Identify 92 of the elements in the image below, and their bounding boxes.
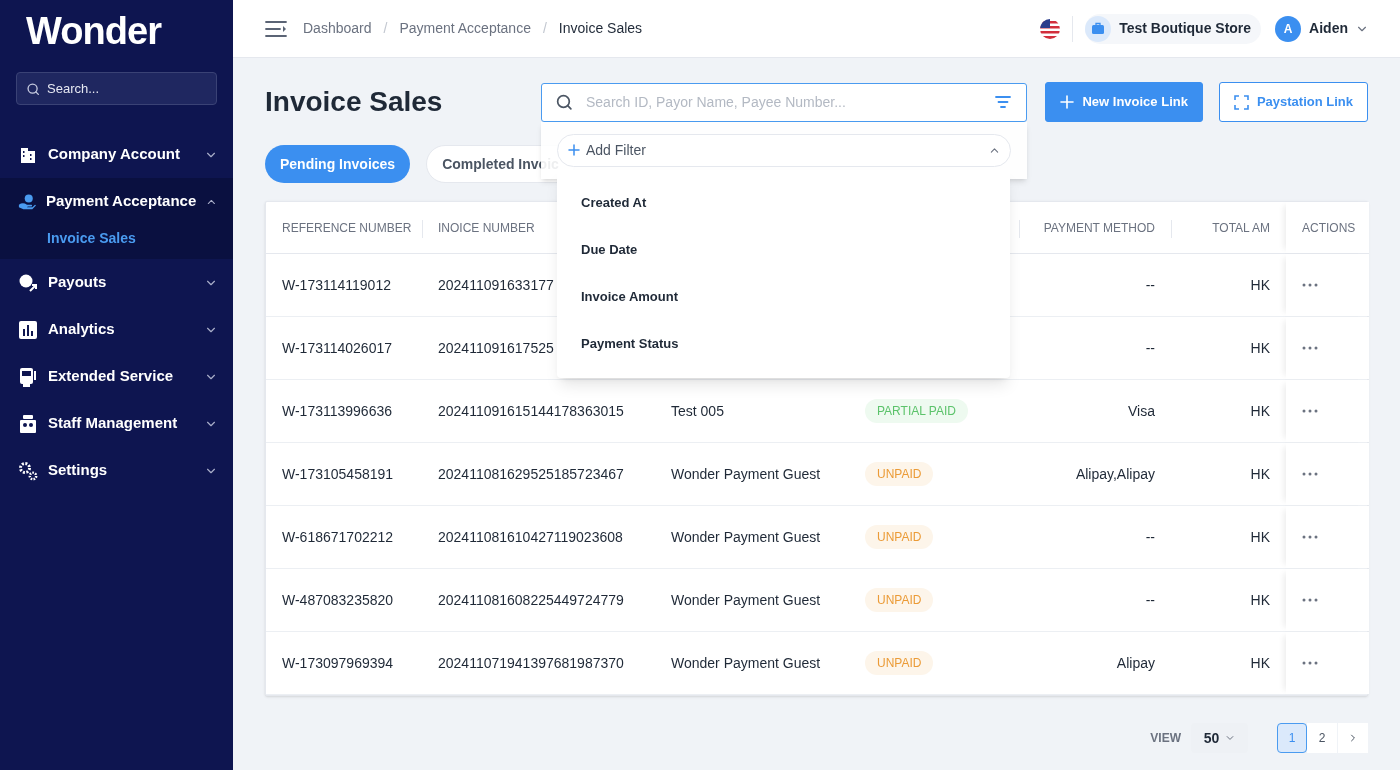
staff-icon	[18, 413, 38, 434]
table-cell-text: Wonder Payment Guest	[671, 653, 821, 673]
nav-item[interactable]: Analytics	[0, 306, 233, 353]
nav-item[interactable]: Staff Management	[0, 400, 233, 447]
table-cell-text: HK	[1250, 653, 1270, 673]
menu-item[interactable]: Due Date	[557, 226, 1010, 274]
menu-toggle-icon[interactable]	[265, 19, 287, 38]
table-cell-text: --	[1145, 275, 1155, 295]
hand-coin-icon	[18, 191, 36, 212]
briefcase-icon	[1091, 22, 1106, 35]
nav-item[interactable]: Payouts	[0, 259, 233, 306]
table-cell-text: W-173105458191	[282, 464, 394, 484]
status-badge: UNPAID	[865, 525, 934, 549]
table-cell-text: W-173113996636	[282, 401, 393, 421]
column-header: PAYMENT METHOD	[1043, 219, 1155, 237]
table-cell-text: Wonder Payment Guest	[671, 527, 821, 547]
table-cell-text: --	[1145, 338, 1155, 358]
menu-item[interactable]: Payment Status	[557, 320, 1010, 368]
more-icon[interactable]	[1302, 472, 1318, 476]
more-icon[interactable]	[1302, 535, 1318, 539]
flag-icon[interactable]	[1040, 18, 1061, 39]
table-cell-text: Wonder Payment Guest	[671, 590, 821, 610]
table-cell-text: --	[1145, 590, 1155, 610]
table-cell-text: Test 005	[671, 401, 724, 421]
chevron-down-icon	[1225, 733, 1236, 743]
table-cell-text: Wonder Payment Guest	[671, 464, 821, 484]
breadcrumb-link[interactable]: Payment Acceptance	[399, 18, 531, 39]
settings-icon	[18, 460, 38, 481]
nav-item[interactable]: Payment Acceptance	[0, 178, 233, 225]
page-button[interactable]: 2	[1307, 723, 1337, 753]
table-cell-text: HK	[1250, 275, 1270, 295]
more-icon[interactable]	[1302, 283, 1318, 287]
plus-icon	[1060, 95, 1075, 109]
table-cell-text: 202411071941397681987370	[438, 653, 624, 673]
filter-icon[interactable]	[995, 94, 1011, 109]
status-badge: UNPAID	[865, 462, 934, 486]
table-cell-text: 202411081610427119023608	[438, 527, 623, 547]
status-badge: UNPAID	[865, 588, 934, 612]
table-cell-text: 202411081608225449724779	[438, 590, 624, 610]
search-field[interactable]: Search ID, Payor Name, Payee Number...	[541, 82, 1027, 122]
kiosk-icon	[18, 366, 38, 387]
search-icon	[555, 92, 573, 111]
table-cell-text: Visa	[1128, 401, 1155, 421]
more-icon[interactable]	[1302, 409, 1318, 413]
table-cell-text: W-173097969394	[282, 653, 394, 673]
table-cell-text: W-487083235820	[282, 590, 394, 610]
table-cell-text: 202411081629525185723467	[438, 464, 624, 484]
column-header: REFERENCE NUMBER	[282, 219, 412, 237]
nav-item[interactable]: Settings	[0, 447, 233, 494]
more-icon[interactable]	[1302, 346, 1318, 350]
table-cell-text: HK	[1250, 401, 1270, 421]
table-cell-text: 202411091615144178363015	[438, 401, 624, 421]
table-cell-text: HK	[1250, 527, 1270, 547]
table-cell-text: Alipay	[1116, 653, 1155, 673]
status-badge: UNPAID	[865, 651, 934, 675]
nav-subitem[interactable]: Invoice Sales	[0, 225, 233, 251]
table-cell-text: 202411091617525	[438, 338, 554, 358]
breadcrumb-separator: /	[383, 19, 388, 38]
bar-chart-icon	[18, 319, 38, 340]
table-cell-text: HK	[1250, 464, 1270, 484]
table-cell-text: W-173114026017	[282, 338, 393, 358]
chevron-right-icon	[1348, 733, 1358, 743]
search-field[interactable]: Search...	[16, 72, 217, 105]
table-cell-text: HK	[1250, 338, 1270, 358]
coin-arrow-icon	[18, 272, 38, 293]
table-cell-text: W-618671702212	[282, 527, 394, 547]
logo: Wonder	[25, 9, 163, 50]
column-header: INOICE NUMBER	[438, 219, 535, 237]
table-cell-text: --	[1145, 527, 1155, 547]
more-icon[interactable]	[1302, 661, 1318, 665]
view-label: VIEW	[1150, 730, 1181, 747]
user-name[interactable]: Aiden	[1309, 18, 1348, 39]
menu-item[interactable]: Invoice Amount	[557, 273, 1010, 321]
status-badge: PARTIAL PAID	[865, 399, 968, 423]
scan-icon	[1233, 94, 1249, 110]
page-title: Invoice Sales	[265, 85, 444, 119]
nav-item[interactable]: Extended Service	[0, 353, 233, 400]
breadcrumb-link[interactable]: Dashboard	[303, 18, 372, 39]
search-icon	[26, 82, 40, 96]
breadcrumb-separator: /	[542, 19, 547, 38]
store-selector[interactable]: Test Boutique Store	[1085, 13, 1262, 44]
add-filter-button[interactable]: Add Filter	[557, 133, 1011, 167]
table-cell-text: Alipay,Alipay	[1075, 464, 1155, 484]
table-cell-text: HK	[1250, 590, 1270, 610]
nav-item[interactable]: Company Account	[0, 131, 233, 178]
column-header: TOTAL AM	[1212, 219, 1270, 237]
more-icon[interactable]	[1302, 598, 1318, 602]
column-header: ACTIONS	[1302, 219, 1356, 237]
table-cell-text: 202411091633177	[438, 275, 554, 295]
plus-icon	[568, 144, 580, 156]
menu-item[interactable]: Created At	[557, 179, 1010, 227]
table-cell-text: W-173114119012	[282, 275, 391, 295]
